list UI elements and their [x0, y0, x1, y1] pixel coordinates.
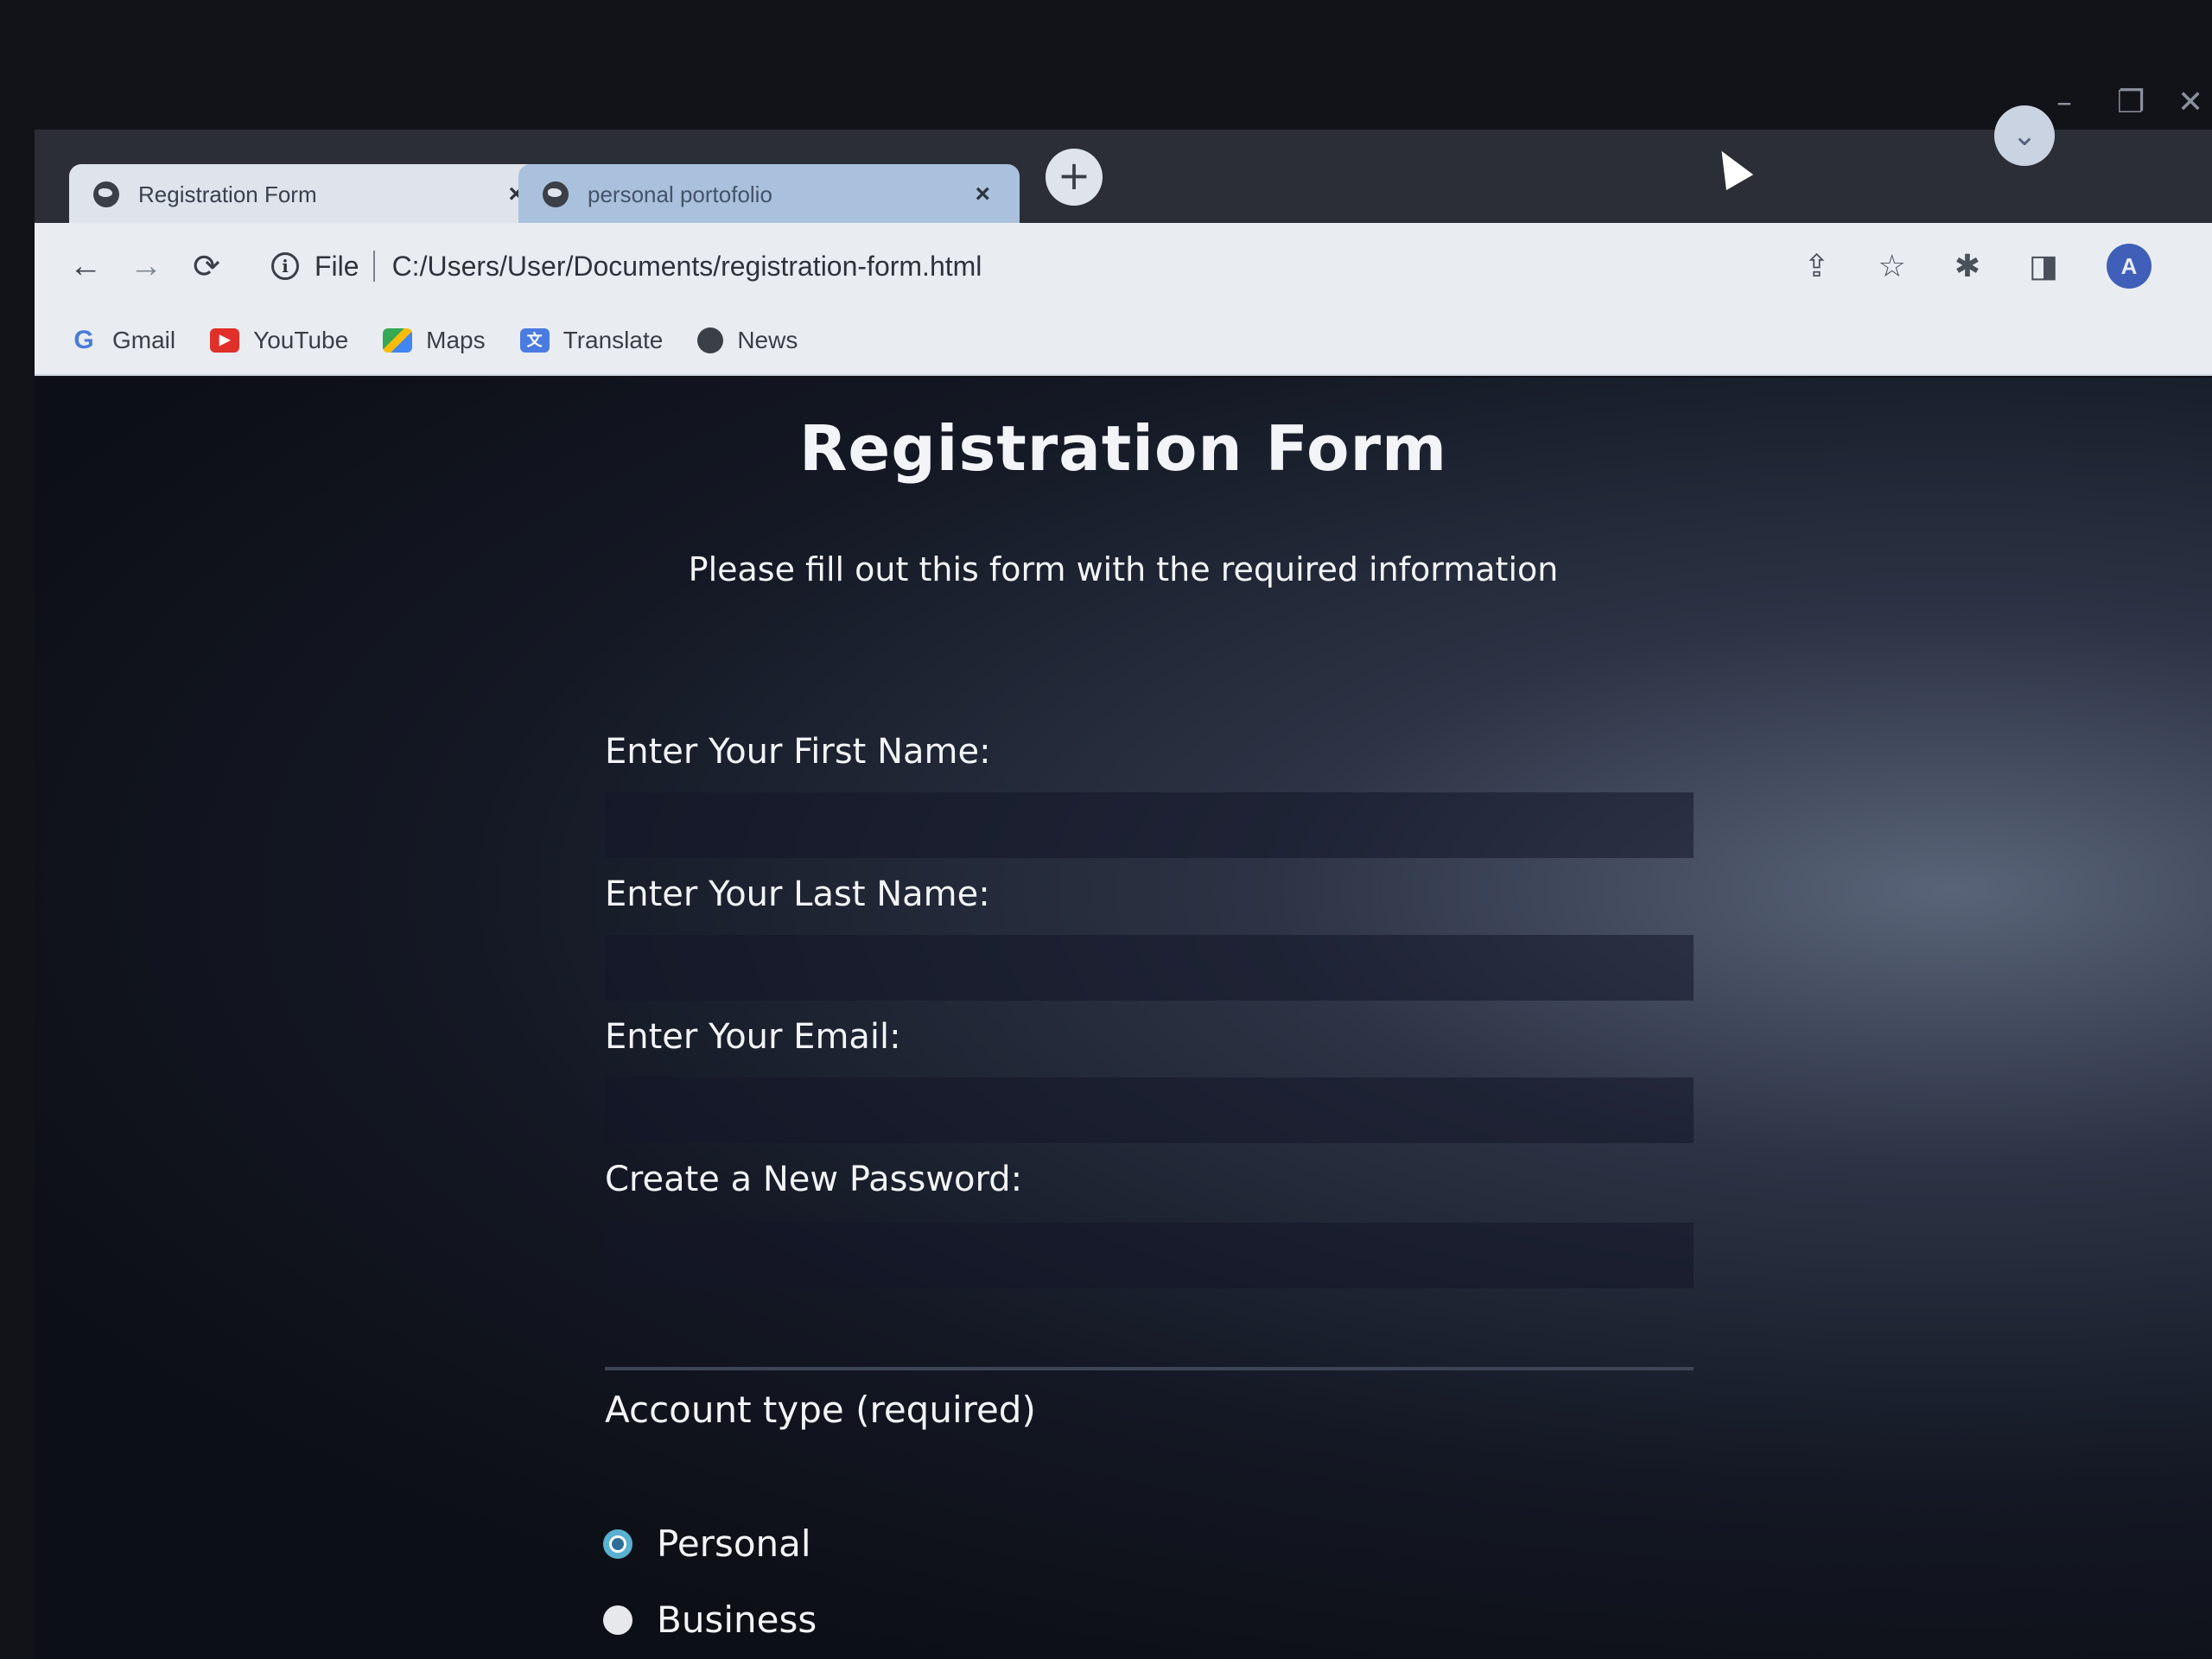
first-name-input[interactable] — [605, 792, 1694, 858]
bookmark-maps[interactable]: Maps — [383, 327, 486, 354]
page-content: Registration Form Please fill out this f… — [35, 378, 2212, 1659]
forward-arrow-icon[interactable]: → — [116, 248, 176, 285]
url-scheme: File — [315, 250, 359, 282]
maximize-icon[interactable]: ❐ — [2117, 85, 2145, 120]
minimize-icon[interactable]: – — [2056, 85, 2072, 120]
account-type-legend: Account type (required) — [605, 1389, 1036, 1431]
new-tab-button[interactable]: + — [1046, 149, 1103, 206]
globe-icon — [543, 181, 569, 207]
profile-avatar[interactable]: A — [2107, 244, 2152, 289]
bookmark-label: News — [737, 327, 798, 353]
tab-registration-form[interactable]: Registration Form × — [69, 164, 553, 225]
page-title: Registration Form — [798, 412, 1447, 485]
radio-label-business: Business — [657, 1599, 817, 1641]
maps-icon — [383, 328, 413, 353]
bookmark-label: Gmail — [112, 327, 176, 353]
last-name-label: Enter Your Last Name: — [605, 874, 990, 914]
email-input[interactable] — [605, 1077, 1694, 1143]
tab-strip: Registration Form × personal portofolio … — [35, 85, 2212, 225]
close-tab-icon[interactable]: × — [969, 180, 995, 209]
password-input[interactable] — [605, 1223, 1694, 1288]
last-name-input[interactable] — [605, 935, 1694, 1001]
news-icon — [697, 327, 724, 353]
email-label: Enter Your Email: — [605, 1017, 901, 1057]
address-bar[interactable]: i File C:/Users/User/Documents/registrat… — [271, 238, 982, 294]
bookmark-star-icon[interactable]: ☆ — [1878, 248, 1906, 284]
bookmark-gmail[interactable]: G Gmail — [69, 327, 175, 354]
globe-icon — [93, 181, 119, 207]
url-text[interactable]: C:/Users/User/Documents/registration-for… — [392, 251, 982, 283]
radio-button-personal[interactable] — [603, 1529, 632, 1559]
radio-option-personal[interactable]: Personal — [603, 1522, 811, 1565]
bookmark-label: YouTube — [253, 327, 349, 353]
tab-title: Registration Form — [138, 181, 317, 207]
side-panel-icon[interactable]: ◨ — [2029, 248, 2058, 284]
back-arrow-icon[interactable]: ← — [55, 248, 116, 285]
first-name-label: Enter Your First Name: — [605, 732, 991, 772]
radio-option-business[interactable]: Business — [603, 1599, 817, 1641]
toolbar-actions: ⇪ ☆ ✱ ◨ A — [1803, 223, 2152, 309]
share-icon[interactable]: ⇪ — [1803, 248, 1829, 284]
radio-label-personal: Personal — [657, 1522, 811, 1565]
extensions-icon[interactable]: ✱ — [1955, 248, 1980, 284]
fieldset-divider — [605, 1367, 1694, 1370]
bookmark-news[interactable]: News — [697, 327, 798, 354]
tab-title: personal portofolio — [588, 181, 772, 207]
password-label: Create a New Password: — [605, 1160, 1023, 1199]
tab-personal-portfolio[interactable]: personal portofolio × — [518, 164, 1020, 225]
tab-search-button[interactable]: ⌄ — [1994, 105, 2055, 166]
reload-icon[interactable]: ⟳ — [176, 247, 237, 286]
bookmarks-bar: G Gmail ▶ YouTube Maps 文 Translate News — [35, 307, 2212, 376]
youtube-icon: ▶ — [210, 328, 240, 353]
page-subtitle: Please fill out this form with the requi… — [688, 550, 1559, 588]
bookmark-label: Translate — [563, 327, 664, 353]
bookmark-youtube[interactable]: ▶ YouTube — [210, 327, 348, 354]
browser-toolbar: ← → ⟳ i File C:/Users/User/Documents/reg… — [35, 223, 2212, 309]
browser-window: Registration Form × personal portofolio … — [0, 0, 2212, 1659]
translate-icon: 文 — [519, 328, 550, 353]
bookmark-translate[interactable]: 文 Translate — [519, 327, 664, 354]
gmail-icon: G — [73, 326, 94, 354]
info-icon[interactable]: i — [271, 252, 299, 280]
radio-button-business[interactable] — [603, 1605, 632, 1635]
bookmark-label: Maps — [426, 327, 486, 353]
url-separator — [372, 251, 375, 282]
window-close-icon[interactable]: ✕ — [2177, 85, 2203, 120]
